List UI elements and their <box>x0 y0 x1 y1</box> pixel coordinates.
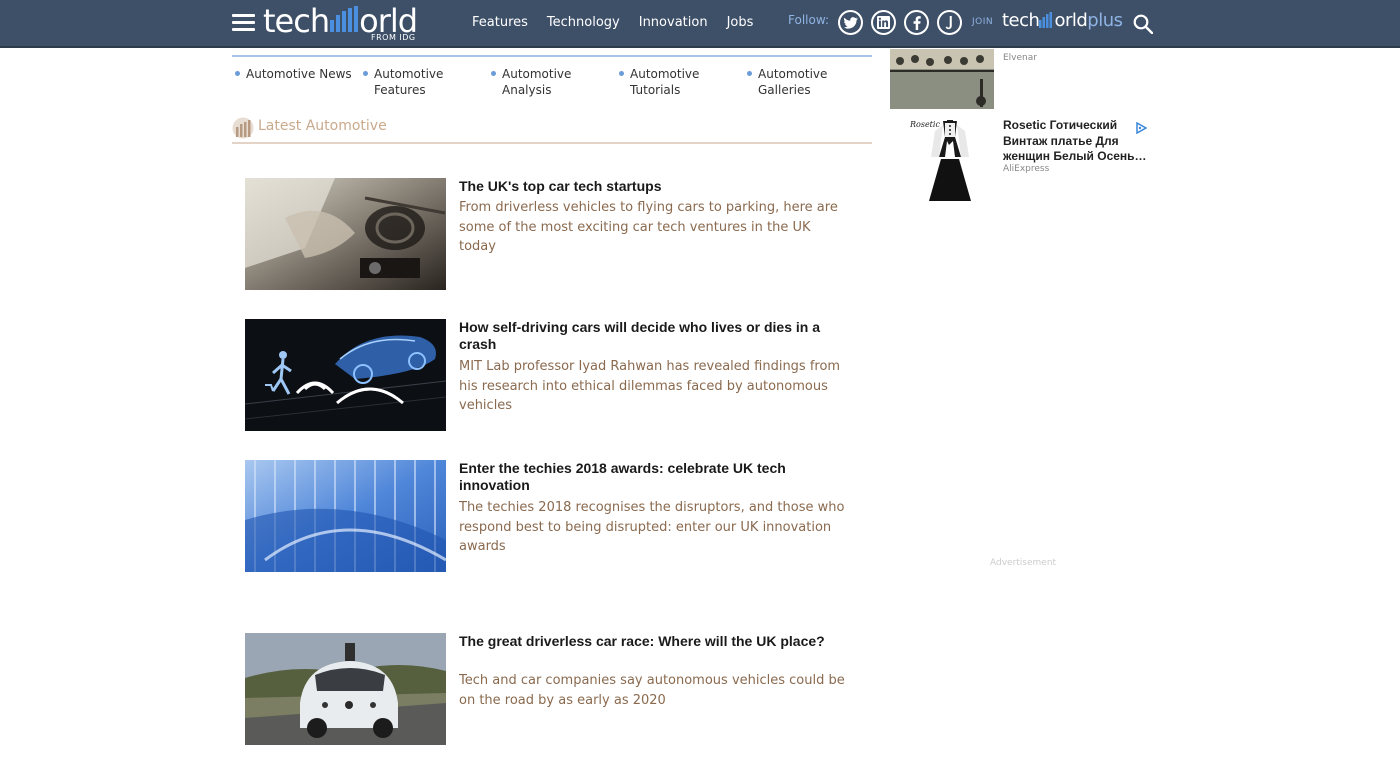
article-title[interactable]: How self-driving cars will decide who li… <box>459 319 849 353</box>
article-title[interactable]: Enter the techies 2018 awards: celebrate… <box>459 460 849 494</box>
search-icon[interactable] <box>1133 14 1153 34</box>
logo-subtitle: FROM IDG <box>371 33 416 42</box>
article-title[interactable]: The great driverless car race: Where wil… <box>459 633 849 650</box>
twitter-icon[interactable] <box>838 10 863 35</box>
bar-chart-icon <box>232 117 254 139</box>
subnav-automotive-galleries[interactable]: Automotive Galleries <box>747 66 848 98</box>
article-description: Tech and car companies say autonomous ve… <box>459 673 845 708</box>
article-description: The techies 2018 recognises the disrupto… <box>459 500 845 554</box>
article-thumbnail[interactable] <box>245 633 446 745</box>
facebook-icon[interactable] <box>904 10 929 35</box>
ad-image-dress[interactable]: Rosetic <box>903 117 978 207</box>
article-item: Enter the techies 2018 awards: celebrate… <box>245 460 855 572</box>
techworld-logo[interactable]: tech orld FROM IDG <box>263 3 423 43</box>
subnav-divider <box>232 55 872 57</box>
nav-jobs[interactable]: Jobs <box>727 15 754 30</box>
adchoices-icon[interactable] <box>1135 122 1147 134</box>
article-thumbnail[interactable] <box>245 319 446 431</box>
article-item: The UK's top car tech startups From driv… <box>245 178 855 290</box>
techworld-plus-logo[interactable]: tech orldplus <box>1002 10 1123 31</box>
linkedin-icon[interactable] <box>871 10 896 35</box>
top-navigation-bar: tech orld FROM IDG Features Technology I… <box>0 0 1400 48</box>
j-icon[interactable] <box>937 10 962 35</box>
subnav-automotive-news[interactable]: Automotive News <box>235 66 356 82</box>
main-nav: Features Technology Innovation Jobs <box>472 15 753 30</box>
article-description: From driverless vehicles to flying cars … <box>459 200 838 254</box>
bullet-dot <box>747 71 752 76</box>
plus-logo-plus: plus <box>1087 10 1123 31</box>
ad-title[interactable]: Rosetic Готический Винтаж платье Для жен… <box>1003 118 1153 165</box>
article-item: How self-driving cars will decide who li… <box>245 319 855 431</box>
article-thumbnail[interactable] <box>245 178 446 290</box>
ad-source[interactable]: Elvenar <box>1003 53 1037 63</box>
menu-icon[interactable] <box>232 14 255 32</box>
follow-label: Follow: <box>788 13 830 27</box>
plus-logo-tech: tech <box>1002 10 1040 31</box>
subnav-automotive-features[interactable]: Automotive Features <box>363 66 464 98</box>
nav-technology[interactable]: Technology <box>547 15 620 30</box>
nav-features[interactable]: Features <box>472 15 528 30</box>
ad-brand-logo: Rosetic <box>909 120 940 129</box>
section-heading: Latest Automotive <box>232 115 872 144</box>
bullet-dot <box>235 71 240 76</box>
article-description: MIT Lab professor Iyad Rahwan has reveal… <box>459 359 841 413</box>
subnav-automotive-analysis[interactable]: Automotive Analysis <box>491 66 592 98</box>
article-item: The great driverless car race: Where wil… <box>245 633 855 745</box>
logo-text-tech: tech <box>263 2 330 40</box>
section-title: Latest Automotive <box>258 118 387 134</box>
article-thumbnail[interactable] <box>245 460 446 572</box>
ad-image-elvenar[interactable] <box>890 49 994 109</box>
plus-logo-orld: orld <box>1054 10 1088 31</box>
bullet-dot <box>491 71 496 76</box>
subnav-automotive-tutorials[interactable]: Automotive Tutorials <box>619 66 720 98</box>
bullet-dot <box>363 71 368 76</box>
nav-innovation[interactable]: Innovation <box>639 15 708 30</box>
join-label: JOIN <box>972 17 994 27</box>
plus-logo-bars-icon <box>1039 12 1053 28</box>
ad-source[interactable]: AliExpress <box>1003 164 1049 174</box>
bullet-dot <box>619 71 624 76</box>
advertisement-label: Advertisement <box>990 558 1057 568</box>
article-title[interactable]: The UK's top car tech startups <box>459 178 849 195</box>
logo-w-bars-icon <box>330 6 359 32</box>
